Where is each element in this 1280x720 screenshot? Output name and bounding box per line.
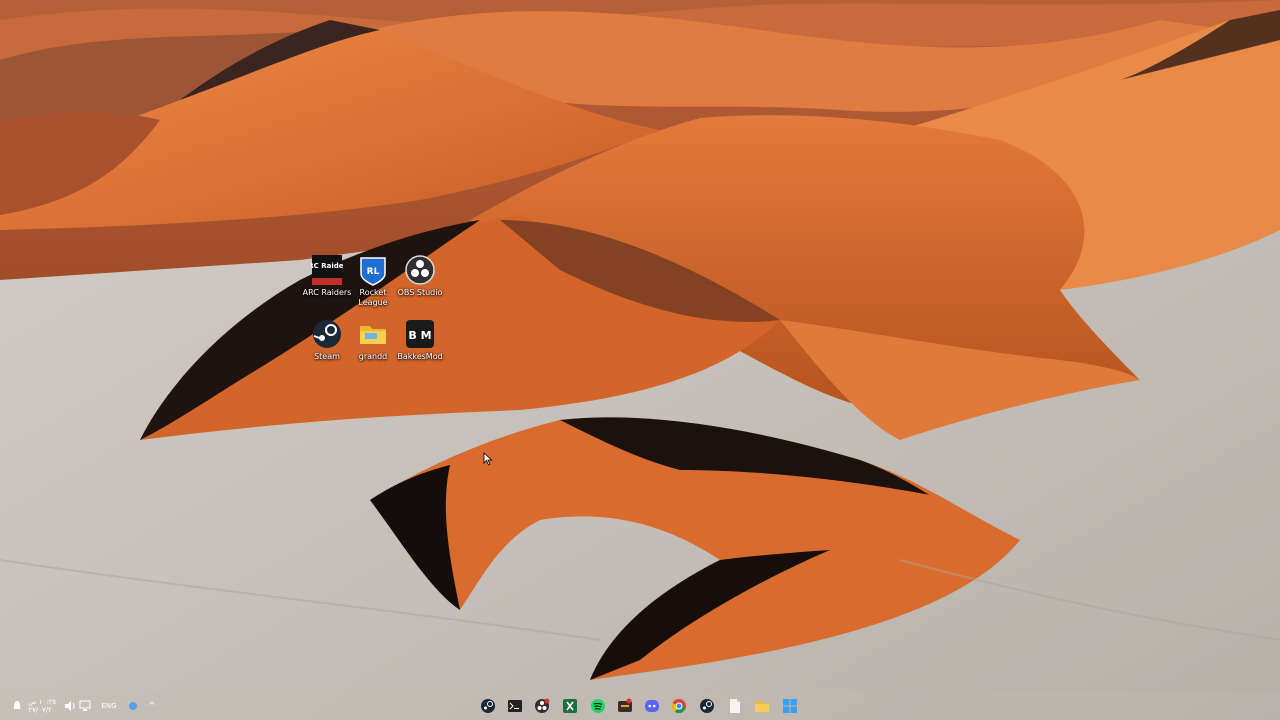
mouse-cursor-icon [483, 452, 493, 466]
steam-icon [311, 318, 343, 350]
taskbar-excel-icon[interactable] [561, 697, 579, 715]
taskbar-steam-icon-2[interactable] [698, 697, 716, 715]
bakkesmod-icon: B M [404, 318, 436, 350]
taskbar-folder-icon[interactable] [753, 697, 771, 715]
desktop-icon-label: OBS Studio [397, 288, 443, 297]
notification-icon[interactable] [10, 698, 24, 714]
language-indicator[interactable]: ENG [97, 698, 121, 714]
taskbar-steam-icon[interactable] [479, 697, 497, 715]
desktop-icon-label: BakkesMod [397, 352, 443, 361]
desktop-icon-grandd[interactable]: grandd [350, 318, 396, 362]
taskbar-file-icon[interactable] [726, 697, 744, 715]
taskbar-obs-icon[interactable] [533, 697, 551, 715]
taskbar-chrome-icon[interactable] [670, 697, 688, 715]
taskbar-terminal-icon[interactable] [506, 697, 524, 715]
rocket-league-icon: RL [357, 254, 389, 286]
desktop-icon-rocket-league[interactable]: RL Rocket League [350, 254, 396, 308]
taskbar: ١٠:٢٥ ص ٢٧/٠٧/٢٠ ENG ^ [0, 692, 1280, 720]
desktop-icon-steam[interactable]: Steam [304, 318, 350, 362]
clock-time: ١٠:٢٥ ص [27, 698, 57, 706]
taskbar-app-icon[interactable] [616, 697, 634, 715]
network-icon[interactable] [78, 698, 92, 714]
taskbar-discord-icon[interactable] [643, 697, 661, 715]
clock-date: ٢٧/٠٧/٢٠ [28, 706, 56, 714]
taskbar-start-icon[interactable] [781, 697, 799, 715]
desktop-icon-bakkesmod[interactable]: B M BakkesMod [397, 318, 443, 362]
desktop-wallpaper [0, 0, 1280, 720]
folder-icon [357, 318, 389, 350]
clock[interactable]: ١٠:٢٥ ص ٢٧/٠٧/٢٠ [25, 698, 59, 714]
show-hidden-icons-chevron[interactable]: ^ [145, 698, 159, 714]
obs-studio-icon [404, 254, 436, 286]
bakkesmod-logo-text: B M [408, 329, 431, 342]
taskbar-spotify-icon[interactable] [589, 697, 607, 715]
arc-raiders-logo-text: ARC Raiders [311, 262, 343, 270]
arc-raiders-icon: ARC Raiders [311, 254, 343, 286]
desktop-icon-obs-studio[interactable]: OBS Studio [397, 254, 443, 298]
tray-app-icon[interactable] [126, 698, 140, 714]
rocket-league-logo-text: RL [367, 267, 380, 277]
desktop-icon-arc-raiders[interactable]: ARC Raiders ARC Raiders [303, 254, 351, 298]
volume-icon[interactable] [63, 698, 77, 714]
